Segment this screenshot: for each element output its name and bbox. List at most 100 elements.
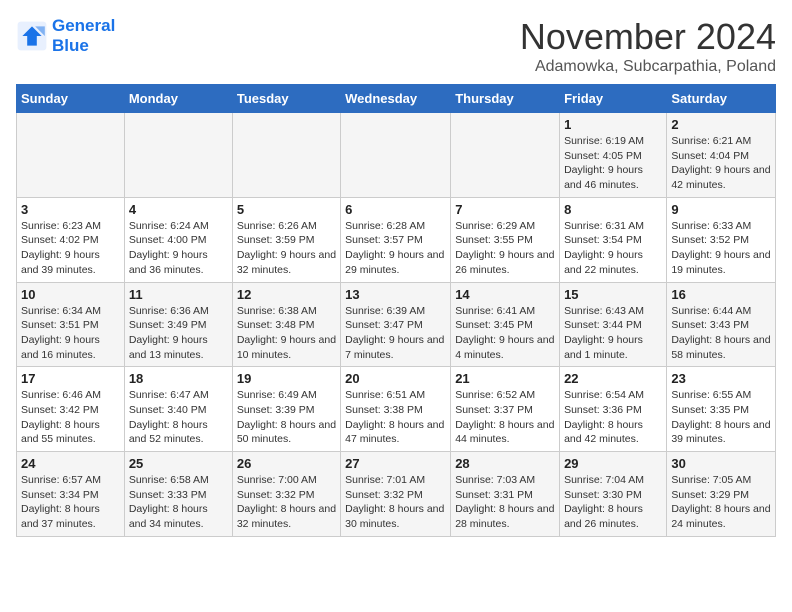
calendar-week-row: 17Sunrise: 6:46 AM Sunset: 3:42 PM Dayli… [17,367,776,452]
day-info: Sunrise: 6:28 AM Sunset: 3:57 PM Dayligh… [345,219,446,278]
calendar-cell: 18 Sunrise: 6:47 AM Sunset: 3:40 PM Dayli… [124,367,232,452]
day-info: Sunrise: 6:44 AM Sunset: 3:43 PM Dayligh… [671,304,771,363]
day-number: 2 [671,117,771,132]
calendar-body: 1 Sunrise: 6:19 AM Sunset: 4:05 PM Daylig… [17,113,776,537]
day-number: 3 [21,202,120,217]
calendar-cell: 14Sunrise: 6:41 AM Sunset: 3:45 PM Dayli… [451,282,560,367]
calendar-cell: 16 Sunrise: 6:44 AM Sunset: 3:43 PM Dayli… [667,282,776,367]
day-number: 11 [129,287,228,302]
calendar-cell: 13Sunrise: 6:39 AM Sunset: 3:47 PM Dayli… [341,282,451,367]
calendar-cell: 11 Sunrise: 6:36 AM Sunset: 3:49 PM Dayli… [124,282,232,367]
day-info: Sunrise: 6:39 AM Sunset: 3:47 PM Dayligh… [345,304,446,363]
calendar-cell: 29 Sunrise: 7:04 AM Sunset: 3:30 PM Dayli… [560,452,667,537]
calendar-table: SundayMondayTuesdayWednesdayThursdayFrid… [16,84,776,537]
calendar-cell: 4 Sunrise: 6:24 AM Sunset: 4:00 PM Daylig… [124,197,232,282]
day-number: 16 [671,287,771,302]
weekday-header: Monday [124,85,232,113]
weekday-header: Wednesday [341,85,451,113]
day-info: Sunrise: 7:05 AM Sunset: 3:29 PM Dayligh… [671,473,771,532]
day-info: Sunrise: 6:58 AM Sunset: 3:33 PM Dayligh… [129,473,228,532]
calendar-cell: 10Sunrise: 6:34 AM Sunset: 3:51 PM Dayli… [17,282,125,367]
day-number: 27 [345,456,446,471]
calendar-cell: 1 Sunrise: 6:19 AM Sunset: 4:05 PM Daylig… [560,113,667,198]
day-info: Sunrise: 7:03 AM Sunset: 3:31 PM Dayligh… [455,473,555,532]
day-number: 4 [129,202,228,217]
day-number: 24 [21,456,120,471]
logo: General Blue [16,16,115,56]
day-number: 17 [21,371,120,386]
day-number: 19 [237,371,336,386]
calendar-week-row: 24 Sunrise: 6:57 AM Sunset: 3:34 PM Dayli… [17,452,776,537]
calendar-cell [124,113,232,198]
day-number: 15 [564,287,662,302]
calendar-cell: 28 Sunrise: 7:03 AM Sunset: 3:31 PM Dayli… [451,452,560,537]
day-number: 12 [237,287,336,302]
day-number: 18 [129,371,228,386]
day-number: 9 [671,202,771,217]
location-title: Adamowka, Subcarpathia, Poland [520,58,776,76]
calendar-cell: 9 Sunrise: 6:33 AM Sunset: 3:52 PM Daylig… [667,197,776,282]
month-title: November 2024 [520,16,776,58]
day-info: Sunrise: 6:19 AM Sunset: 4:05 PM Dayligh… [564,134,662,193]
day-number: 21 [455,371,555,386]
day-info: Sunrise: 7:01 AM Sunset: 3:32 PM Dayligh… [345,473,446,532]
day-info: Sunrise: 6:49 AM Sunset: 3:39 PM Dayligh… [237,388,336,447]
weekday-header: Sunday [17,85,125,113]
day-info: Sunrise: 7:00 AM Sunset: 3:32 PM Dayligh… [237,473,336,532]
day-info: Sunrise: 6:24 AM Sunset: 4:00 PM Dayligh… [129,219,228,278]
day-number: 29 [564,456,662,471]
day-number: 5 [237,202,336,217]
day-info: Sunrise: 6:34 AM Sunset: 3:51 PM Dayligh… [21,304,120,363]
calendar-cell: 15Sunrise: 6:43 AM Sunset: 3:44 PM Dayli… [560,282,667,367]
day-number: 8 [564,202,662,217]
calendar-cell: 25 Sunrise: 6:58 AM Sunset: 3:33 PM Dayli… [124,452,232,537]
day-number: 22 [564,371,662,386]
calendar-cell [232,113,340,198]
calendar-week-row: 1 Sunrise: 6:19 AM Sunset: 4:05 PM Daylig… [17,113,776,198]
calendar-cell: 7Sunrise: 6:29 AM Sunset: 3:55 PM Daylig… [451,197,560,282]
day-number: 6 [345,202,446,217]
header: General Blue November 2024 Adamowka, Sub… [16,16,776,76]
calendar-cell: 27 Sunrise: 7:01 AM Sunset: 3:32 PM Dayli… [341,452,451,537]
day-number: 20 [345,371,446,386]
day-info: Sunrise: 6:51 AM Sunset: 3:38 PM Dayligh… [345,388,446,447]
calendar-cell [451,113,560,198]
day-info: Sunrise: 6:57 AM Sunset: 3:34 PM Dayligh… [21,473,120,532]
calendar-header-row: SundayMondayTuesdayWednesdayThursdayFrid… [17,85,776,113]
day-info: Sunrise: 6:47 AM Sunset: 3:40 PM Dayligh… [129,388,228,447]
day-number: 25 [129,456,228,471]
day-number: 23 [671,371,771,386]
calendar-cell: 21 Sunrise: 6:52 AM Sunset: 3:37 PM Dayli… [451,367,560,452]
day-number: 1 [564,117,662,132]
day-info: Sunrise: 6:36 AM Sunset: 3:49 PM Dayligh… [129,304,228,363]
calendar-cell: 30Sunrise: 7:05 AM Sunset: 3:29 PM Dayli… [667,452,776,537]
calendar-cell [341,113,451,198]
calendar-cell: 22 Sunrise: 6:54 AM Sunset: 3:36 PM Dayli… [560,367,667,452]
calendar-week-row: 3 Sunrise: 6:23 AM Sunset: 4:02 PM Daylig… [17,197,776,282]
day-info: Sunrise: 6:52 AM Sunset: 3:37 PM Dayligh… [455,388,555,447]
weekday-header: Saturday [667,85,776,113]
calendar-cell: 2 Sunrise: 6:21 AM Sunset: 4:04 PM Daylig… [667,113,776,198]
calendar-cell: 17Sunrise: 6:46 AM Sunset: 3:42 PM Dayli… [17,367,125,452]
calendar-cell: 12 Sunrise: 6:38 AM Sunset: 3:48 PM Dayli… [232,282,340,367]
calendar-cell: 26 Sunrise: 7:00 AM Sunset: 3:32 PM Dayli… [232,452,340,537]
weekday-header: Friday [560,85,667,113]
day-number: 7 [455,202,555,217]
calendar-cell: 5 Sunrise: 6:26 AM Sunset: 3:59 PM Daylig… [232,197,340,282]
day-number: 26 [237,456,336,471]
day-info: Sunrise: 7:04 AM Sunset: 3:30 PM Dayligh… [564,473,662,532]
calendar-cell: 3 Sunrise: 6:23 AM Sunset: 4:02 PM Daylig… [17,197,125,282]
day-info: Sunrise: 6:23 AM Sunset: 4:02 PM Dayligh… [21,219,120,278]
day-info: Sunrise: 6:26 AM Sunset: 3:59 PM Dayligh… [237,219,336,278]
day-number: 28 [455,456,555,471]
calendar-cell [17,113,125,198]
calendar-cell: 8 Sunrise: 6:31 AM Sunset: 3:54 PM Daylig… [560,197,667,282]
day-info: Sunrise: 6:54 AM Sunset: 3:36 PM Dayligh… [564,388,662,447]
day-info: Sunrise: 6:55 AM Sunset: 3:35 PM Dayligh… [671,388,771,447]
calendar-week-row: 10Sunrise: 6:34 AM Sunset: 3:51 PM Dayli… [17,282,776,367]
day-info: Sunrise: 6:31 AM Sunset: 3:54 PM Dayligh… [564,219,662,278]
day-info: Sunrise: 6:41 AM Sunset: 3:45 PM Dayligh… [455,304,555,363]
day-info: Sunrise: 6:38 AM Sunset: 3:48 PM Dayligh… [237,304,336,363]
day-info: Sunrise: 6:33 AM Sunset: 3:52 PM Dayligh… [671,219,771,278]
day-info: Sunrise: 6:21 AM Sunset: 4:04 PM Dayligh… [671,134,771,193]
